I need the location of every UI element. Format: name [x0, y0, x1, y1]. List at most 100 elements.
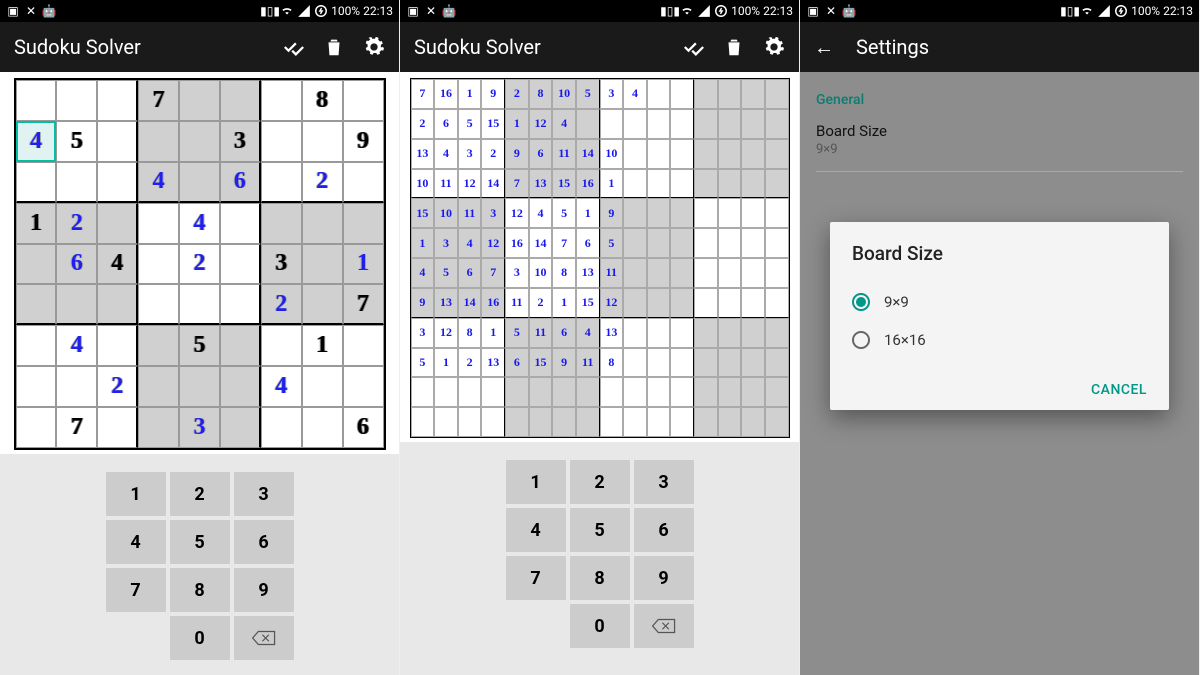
sudoku-cell[interactable]: [179, 366, 220, 407]
sudoku-cell[interactable]: 9: [600, 198, 624, 228]
sudoku-cell[interactable]: 9: [411, 288, 435, 318]
sudoku-cell[interactable]: [97, 325, 138, 366]
sudoku-cell[interactable]: 6: [529, 139, 553, 169]
sudoku-cell[interactable]: [718, 198, 742, 228]
sudoku-cell[interactable]: [343, 162, 384, 203]
sudoku-cell[interactable]: [623, 109, 647, 139]
sudoku-cell[interactable]: [670, 318, 694, 348]
sudoku-cell[interactable]: [670, 79, 694, 109]
sudoku-cell[interactable]: 11: [529, 318, 553, 348]
sudoku-cell[interactable]: [765, 198, 789, 228]
sudoku-cell[interactable]: [718, 79, 742, 109]
sudoku-cell[interactable]: [481, 407, 505, 437]
sudoku-cell[interactable]: 6: [458, 258, 482, 288]
sudoku-cell[interactable]: [647, 169, 671, 199]
sudoku-cell[interactable]: 11: [458, 198, 482, 228]
sudoku-cell[interactable]: 11: [434, 169, 458, 199]
sudoku-cell[interactable]: [97, 407, 138, 448]
sudoku-cell[interactable]: 6: [434, 109, 458, 139]
sudoku-cell[interactable]: [16, 80, 57, 121]
sudoku-cell[interactable]: 3: [481, 198, 505, 228]
sudoku-cell[interactable]: 14: [529, 228, 553, 258]
sudoku-cell[interactable]: [623, 258, 647, 288]
sudoku-cell[interactable]: 1: [302, 325, 343, 366]
key-5[interactable]: 5: [170, 520, 230, 564]
sudoku-cell[interactable]: [741, 377, 765, 407]
sudoku-cell[interactable]: [647, 407, 671, 437]
sudoku-cell[interactable]: [623, 198, 647, 228]
sudoku-cell[interactable]: 3: [220, 121, 261, 162]
sudoku-cell[interactable]: 13: [411, 139, 435, 169]
sudoku-cell[interactable]: 12: [600, 288, 624, 318]
sudoku-cell[interactable]: 4: [552, 109, 576, 139]
sudoku-cell[interactable]: [220, 80, 261, 121]
sudoku-cell[interactable]: [765, 79, 789, 109]
sudoku-cell[interactable]: [647, 258, 671, 288]
sudoku-cell[interactable]: [458, 377, 482, 407]
key-7[interactable]: 7: [506, 556, 566, 600]
sudoku-cell[interactable]: 8: [552, 258, 576, 288]
check-all-icon[interactable]: [283, 36, 305, 58]
key-9[interactable]: 9: [234, 568, 294, 612]
sudoku-cell[interactable]: [600, 407, 624, 437]
sudoku-cell[interactable]: 4: [261, 366, 302, 407]
sudoku-cell[interactable]: 1: [458, 79, 482, 109]
sudoku-cell[interactable]: [741, 169, 765, 199]
key-9[interactable]: 9: [634, 556, 694, 600]
sudoku-cell[interactable]: 16: [434, 79, 458, 109]
sudoku-cell[interactable]: 4: [623, 79, 647, 109]
sudoku-cell[interactable]: [552, 407, 576, 437]
key-6[interactable]: 6: [634, 508, 694, 552]
sudoku-cell[interactable]: 8: [302, 80, 343, 121]
sudoku-cell[interactable]: 3: [505, 258, 529, 288]
sudoku-cell[interactable]: [741, 407, 765, 437]
sudoku-cell[interactable]: [694, 377, 718, 407]
sudoku-cell[interactable]: [718, 258, 742, 288]
sudoku-cell[interactable]: 1: [411, 228, 435, 258]
key-7[interactable]: 7: [106, 568, 166, 612]
sudoku-cell[interactable]: [138, 203, 179, 244]
sudoku-cell[interactable]: [741, 288, 765, 318]
sudoku-cell[interactable]: [670, 228, 694, 258]
sudoku-cell[interactable]: 7: [56, 407, 97, 448]
sudoku-cell[interactable]: [694, 348, 718, 378]
sudoku-cell[interactable]: [694, 258, 718, 288]
sudoku-cell[interactable]: 1: [505, 109, 529, 139]
sudoku-cell[interactable]: [576, 407, 600, 437]
sudoku-cell[interactable]: [623, 288, 647, 318]
sudoku-cell[interactable]: 13: [600, 318, 624, 348]
sudoku-cell[interactable]: 15: [481, 109, 505, 139]
sudoku-cell[interactable]: 1: [481, 318, 505, 348]
sudoku-cell[interactable]: [647, 109, 671, 139]
sudoku-cell[interactable]: [670, 258, 694, 288]
sudoku-cell[interactable]: [765, 377, 789, 407]
sudoku-cell[interactable]: [741, 198, 765, 228]
sudoku-cell[interactable]: 10: [411, 169, 435, 199]
sudoku-cell[interactable]: 5: [434, 258, 458, 288]
sudoku-cell[interactable]: 9: [505, 139, 529, 169]
sudoku-cell[interactable]: [765, 139, 789, 169]
sudoku-cell[interactable]: [220, 366, 261, 407]
sudoku-cell[interactable]: [138, 284, 179, 325]
sudoku-cell[interactable]: [670, 377, 694, 407]
sudoku-cell[interactable]: 8: [529, 79, 553, 109]
sudoku-cell[interactable]: [741, 109, 765, 139]
sudoku-cell[interactable]: 6: [343, 407, 384, 448]
key-0[interactable]: 0: [570, 604, 630, 648]
sudoku-cell[interactable]: 16: [481, 288, 505, 318]
sudoku-cell[interactable]: 9: [481, 79, 505, 109]
sudoku-cell[interactable]: [97, 80, 138, 121]
sudoku-cell[interactable]: [623, 377, 647, 407]
sudoku-cell[interactable]: [56, 284, 97, 325]
key-backspace[interactable]: [634, 604, 694, 648]
sudoku-cell[interactable]: [138, 366, 179, 407]
sudoku-cell[interactable]: 2: [56, 203, 97, 244]
sudoku-cell[interactable]: 12: [481, 228, 505, 258]
setting-board-size[interactable]: Board Size 9×9: [816, 122, 1183, 157]
sudoku-cell[interactable]: 2: [302, 162, 343, 203]
sudoku-cell[interactable]: [718, 348, 742, 378]
sudoku-cell[interactable]: [694, 79, 718, 109]
sudoku-cell[interactable]: [138, 325, 179, 366]
sudoku-cell[interactable]: 3: [458, 139, 482, 169]
sudoku-cell[interactable]: 6: [505, 348, 529, 378]
